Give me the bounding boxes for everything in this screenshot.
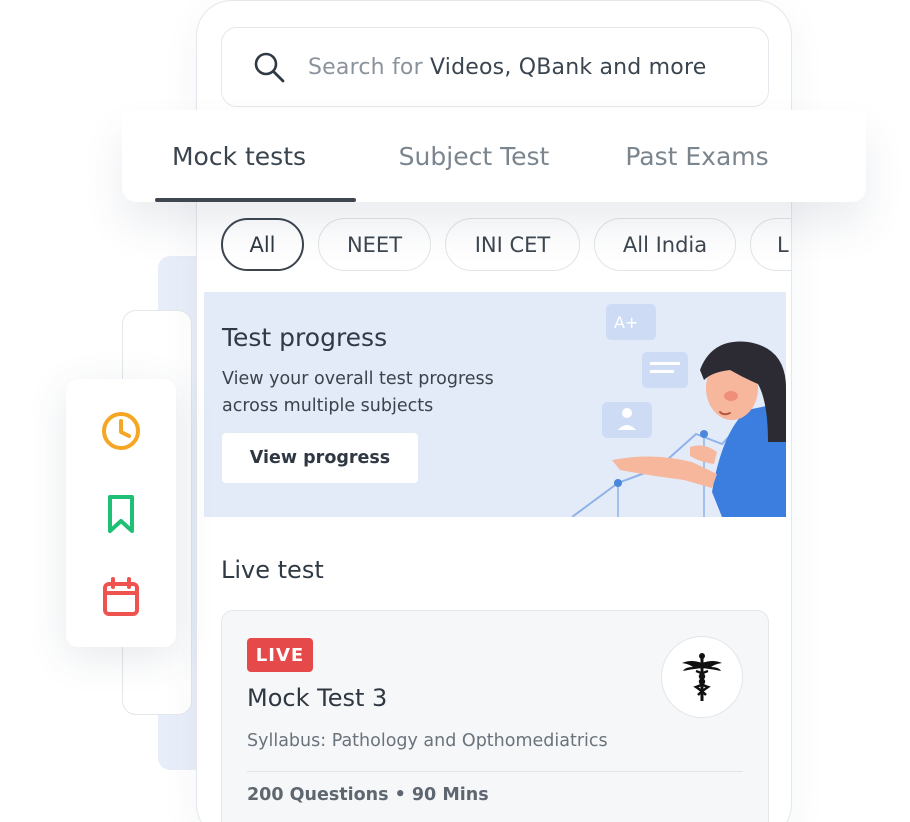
caduceus-icon (682, 653, 722, 701)
live-test-heading: Live test (221, 556, 324, 584)
tab-label: Mock tests (171, 141, 307, 171)
view-progress-button[interactable]: View progress (222, 433, 418, 483)
test-title: Mock Test 3 (247, 684, 388, 712)
filter-chips: All NEET INI CET All India L (221, 218, 791, 271)
live-test-card[interactable]: LIVE Mock Test 3 Syllabus: Pathology and… (221, 610, 769, 822)
tab-mock-tests[interactable]: Mock tests (122, 110, 356, 202)
filter-chip-neet[interactable]: NEET (318, 218, 431, 271)
progress-illustration: A+ (572, 304, 786, 517)
filter-chip-all[interactable]: All (221, 218, 304, 271)
tab-label: Past Exams (625, 141, 769, 171)
live-badge: LIVE (247, 638, 313, 672)
bookmark-icon[interactable] (100, 493, 142, 535)
filter-chip-all-india[interactable]: All India (594, 218, 736, 271)
filter-chip-partial[interactable]: L (750, 218, 791, 271)
banner-description: View your overall test progress across m… (222, 369, 494, 416)
quick-actions-panel (66, 379, 176, 647)
test-meta: 200 Questions • 90 Mins (247, 785, 489, 805)
card-divider (247, 771, 743, 772)
calendar-icon[interactable] (100, 576, 142, 618)
search-placeholder: Search for Videos, QBank and more (308, 55, 706, 80)
search-input[interactable]: Search for Videos, QBank and more (221, 27, 769, 107)
tab-bar: Mock tests Subject Test Past Exams (122, 110, 866, 202)
active-tab-indicator (155, 198, 356, 202)
search-placeholder-highlight: Videos, QBank and more (430, 54, 707, 80)
search-placeholder-prefix: Search for (308, 54, 423, 80)
search-icon (254, 52, 285, 83)
test-progress-banner: Test progress View your overall test pro… (204, 292, 786, 517)
banner-title: Test progress (222, 323, 388, 352)
tab-label: Subject Test (398, 141, 550, 171)
exam-logo (661, 636, 743, 718)
tab-subject-test[interactable]: Subject Test (356, 110, 592, 202)
test-syllabus: Syllabus: Pathology and Opthomediatrics (247, 731, 608, 751)
filter-chip-ini-cet[interactable]: INI CET (445, 218, 580, 271)
clock-icon[interactable] (100, 410, 142, 452)
tab-past-exams[interactable]: Past Exams (592, 110, 802, 202)
grade-label: A+ (614, 313, 638, 332)
